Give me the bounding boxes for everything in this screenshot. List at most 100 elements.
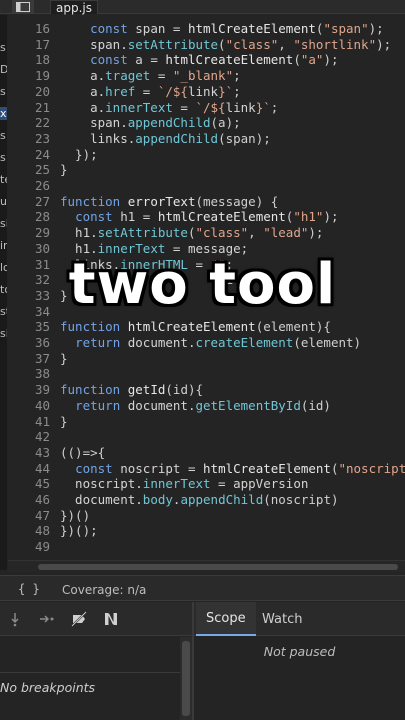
code-line[interactable]: 21 a.innerText = `/${link}`; [8,100,405,116]
code-token: (id) [300,397,331,413]
line-number[interactable]: 36 [8,335,50,351]
file-tree-item[interactable]: s [0,85,6,98]
code-line[interactable]: 45 noscript.innerText = appVersion [8,476,405,492]
line-number[interactable]: 37 [8,351,50,367]
code-line[interactable]: 43 (()=>{ [8,445,405,461]
file-tree-item[interactable]: D [0,63,7,76]
code-token: const [75,460,113,476]
code-line[interactable]: 44 const noscript = htmlCreateElement("n… [8,461,405,477]
line-number[interactable]: 39 [8,382,50,398]
line-number[interactable]: 40 [8,398,50,414]
code-token: "a" [300,52,324,68]
line-number[interactable]: 25 [8,162,50,178]
line-number[interactable]: 18 [8,52,50,68]
code-text: const a = htmlCreateElement("a"); [60,52,338,68]
code-line[interactable]: 29 h1.setAttribute("class", "lead"); [8,225,405,241]
line-number[interactable]: 29 [8,225,50,241]
line-number[interactable]: 35 [8,319,50,335]
line-number[interactable]: 19 [8,68,50,84]
code-line[interactable]: 17 span.setAttribute("class", "shortlink… [8,37,405,53]
code-line[interactable]: 36 return document.createElement(element… [8,335,405,351]
line-number[interactable]: 43 [8,445,50,461]
line-number[interactable]: 46 [8,492,50,508]
line-number[interactable]: 41 [8,414,50,430]
line-number[interactable]: 45 [8,476,50,492]
line-number[interactable]: 17 [8,37,50,53]
line-number[interactable]: 16 [8,21,50,37]
scrollbar-thumb[interactable] [182,641,190,716]
tab-scope[interactable]: Scope [196,602,256,636]
deactivate-breakpoints-icon[interactable] [70,610,88,628]
editor-horizontal-scrollbar[interactable] [8,560,405,572]
line-number[interactable]: 44 [8,461,50,477]
code-line[interactable]: 38 [8,366,405,382]
code-token: htmlCreateElement [187,21,316,36]
code-line[interactable]: 19 a.traget = "_blank"; [8,68,405,84]
line-number[interactable]: 28 [8,209,50,225]
scrollbar-thumb[interactable] [38,564,398,570]
code-line[interactable]: 42 [8,429,405,445]
tab-watch[interactable]: Watch [252,602,312,636]
breakpoints-scrollbar[interactable] [180,637,192,720]
code-line[interactable]: 46 document.body.appendChild(noscript) [8,492,405,508]
code-line[interactable]: 18 const a = htmlCreateElement("a"); [8,52,405,68]
pause-on-exceptions-icon[interactable] [102,610,120,628]
code-token: appendChild [127,115,211,131]
tab-app-js[interactable]: app.js [50,0,98,15]
code-line[interactable]: 24 }); [8,147,405,163]
code-line[interactable]: 27 function errorText(message) { [8,194,405,210]
code-line[interactable]: 41} [8,414,405,430]
file-tree-item[interactable]: te [0,173,7,186]
file-tree-item[interactable]: u [0,195,7,208]
pretty-print-button[interactable]: { } [18,582,40,596]
step-into-icon[interactable] [6,610,24,628]
line-number[interactable]: 21 [8,100,50,116]
code-token: ( [293,52,301,68]
code-line[interactable]: 40 return document.getElementById(id) [8,398,405,414]
code-line[interactable]: 25} [8,162,405,178]
file-tree-item[interactable]: x [0,107,7,120]
file-tree-item[interactable]: s [0,129,6,142]
code-token: }); [60,146,98,162]
code-line[interactable]: 23 links.appendChild(span); [8,131,405,147]
code-line[interactable]: 20 a.href = `/${link}`; [8,84,405,100]
tab-label: app.js [56,0,92,15]
code-line[interactable]: 28 const h1 = htmlCreateElement("h1"); [8,209,405,225]
code-token: const [90,52,128,68]
step-icon[interactable] [38,610,56,628]
line-number[interactable]: 20 [8,84,50,100]
code-token: "span" [323,21,369,36]
code-line[interactable]: 39 function getId(id){ [8,382,405,398]
code-line[interactable]: 49 [8,539,405,555]
code-token: })() [60,507,91,523]
code-line[interactable]: 26 [8,178,405,194]
line-number[interactable]: 49 [8,539,50,555]
sidebar-toggle-icon[interactable] [12,0,34,14]
code-token: span = [127,21,188,36]
file-tree-item[interactable]: in [0,239,7,252]
line-number[interactable]: 42 [8,429,50,445]
code-line[interactable]: 22 span.appendChild(a); [8,115,405,131]
code-line[interactable]: 48})(); [8,523,405,539]
code-token: ); [368,21,384,36]
line-number[interactable]: 48 [8,523,50,539]
file-tree-item[interactable]: si [0,217,7,230]
line-number[interactable]: 24 [8,147,50,163]
code-token: , [248,225,264,241]
code-line[interactable]: 35 function htmlCreateElement(element){ [8,319,405,335]
line-number[interactable]: 27 [8,194,50,210]
file-tree-item[interactable]: s [0,151,6,164]
line-number[interactable]: 22 [8,115,50,131]
line-number[interactable]: 23 [8,131,50,147]
code-line[interactable]: 37} [8,351,405,367]
file-tree-item[interactable]: s [0,41,6,54]
file-tree-item[interactable]: si [0,327,7,340]
line-number[interactable]: 26 [8,178,50,194]
line-number[interactable]: 38 [8,366,50,382]
code-token: ( [218,36,226,52]
code-line[interactable]: 47 })() [8,508,405,524]
code-text: a.innerText = `/${link}`; [60,100,278,116]
line-number[interactable]: 47 [8,508,50,524]
code-line[interactable]: 16 const span = htmlCreateElement("span"… [8,21,405,37]
